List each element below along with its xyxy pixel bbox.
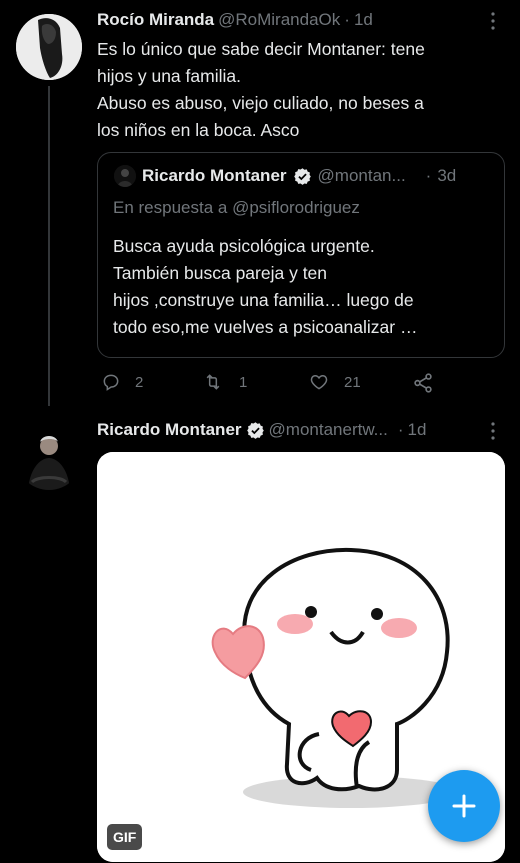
verified-badge-icon — [246, 421, 264, 439]
separator-dot: · — [397, 420, 404, 439]
author-name[interactable]: Ricardo Montaner — [97, 420, 242, 440]
compose-button[interactable] — [428, 770, 500, 842]
reply-context[interactable]: En respuesta a @psiflorodriguez — [113, 198, 360, 218]
avatar-rocio[interactable] — [16, 14, 82, 80]
tweet-header: Ricardo Montaner @montanertw... · 1d — [97, 420, 426, 440]
tweet-actions: 2 1 21 — [97, 372, 442, 396]
separator-dot: · — [425, 166, 432, 185]
author-handle[interactable]: @montanertw... — [269, 420, 388, 440]
more-icon[interactable] — [490, 12, 496, 33]
quoted-text-line: todo eso,me vuelves a psicoanalizar … — [113, 317, 418, 337]
quoted-text-line: Busca ayuda psicológica urgente. — [113, 236, 375, 256]
quoted-text-line: También busca pareja y ten — [113, 263, 328, 283]
share-button[interactable] — [412, 372, 434, 394]
thread-line — [48, 86, 50, 406]
retweet-icon — [206, 374, 220, 390]
like-count: 21 — [344, 373, 361, 391]
retweet-button[interactable]: 1 — [201, 372, 247, 392]
verified-badge-icon — [293, 167, 311, 185]
timestamp[interactable]: 1d — [354, 10, 373, 30]
quoted-author-name: Ricardo Montaner — [142, 166, 287, 185]
author-handle[interactable]: @RoMirandaOk — [218, 10, 340, 30]
avatar-ricardo[interactable] — [16, 424, 82, 490]
reply-icon — [103, 374, 119, 391]
tweet-text-line: Es lo único que sabe decir Montaner: ten… — [97, 39, 425, 59]
quoted-text: Busca ayuda psicológica urgente. También… — [113, 233, 493, 341]
author-name[interactable]: Rocío Miranda — [97, 10, 214, 30]
heart-icon — [310, 374, 328, 390]
like-button[interactable]: 21 — [308, 372, 361, 392]
retweet-count: 1 — [239, 373, 248, 391]
quoted-timestamp: 3d — [437, 166, 457, 185]
quoted-text-line: hijos ,construye una familia… luego de — [113, 290, 414, 310]
reply-button[interactable]: 2 — [101, 372, 143, 392]
plus-icon — [452, 794, 476, 818]
tweet-header: Rocío Miranda @RoMirandaOk · 1d — [97, 10, 373, 30]
separator-dot: · — [344, 10, 350, 29]
quoted-avatar — [114, 165, 136, 187]
share-icon — [414, 373, 432, 393]
quoted-tweet-header: Ricardo Montaner @montan... · 3d — [114, 165, 456, 187]
tweet-text-line: Abuso es abuso, viejo culiado, no beses … — [97, 93, 424, 113]
quoted-author-handle: @montan... — [317, 166, 406, 185]
timestamp[interactable]: 1d — [408, 420, 427, 440]
more-icon[interactable] — [490, 422, 496, 443]
quoted-tweet[interactable]: Ricardo Montaner @montan... · 3d En resp… — [97, 152, 505, 358]
gif-badge: GIF — [107, 824, 143, 850]
tweet-text-line: hijos y una familia. — [97, 66, 241, 86]
reply-count: 2 — [135, 373, 144, 391]
tweet-text: Es lo único que sabe decir Montaner: ten… — [97, 36, 502, 144]
tweet-text-line: los niños en la boca. Asco — [97, 120, 300, 140]
tweet-rocio[interactable]: Rocío Miranda @RoMirandaOk · 1d Es lo ún… — [0, 0, 520, 410]
